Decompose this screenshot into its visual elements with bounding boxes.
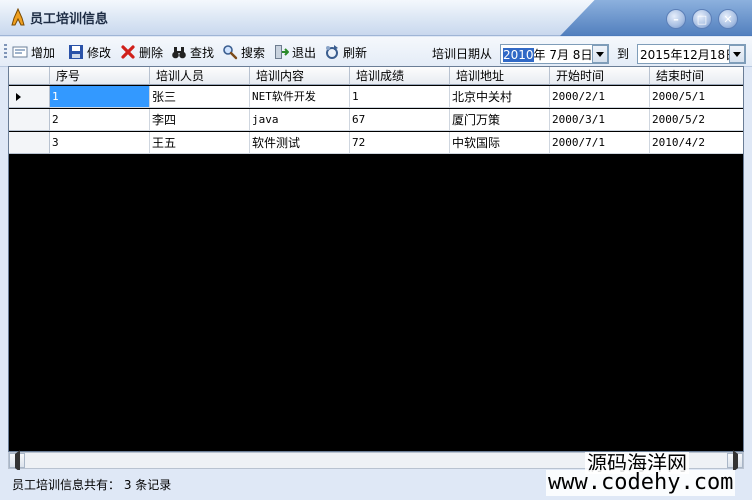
date-from-rest: 年 7月 8日 bbox=[533, 48, 593, 62]
date-range-label: 培训日期从 bbox=[432, 47, 493, 61]
save-icon bbox=[69, 45, 83, 59]
table-cell[interactable]: 2010/4/2 bbox=[650, 132, 743, 154]
window-title: 员工培训信息 bbox=[30, 12, 109, 27]
row-header[interactable] bbox=[9, 132, 50, 154]
delete-button[interactable]: 删除 bbox=[120, 43, 163, 61]
table-cell[interactable]: 李四 bbox=[150, 109, 250, 131]
table-cell[interactable]: 2000/7/1 bbox=[550, 132, 650, 154]
exit-label: 退出 bbox=[292, 45, 317, 60]
search-button[interactable]: 搜索 bbox=[222, 43, 265, 61]
chevron-left-icon bbox=[15, 454, 20, 468]
table-cell[interactable]: 王五 bbox=[150, 132, 250, 154]
add-icon bbox=[12, 46, 28, 58]
watermark-url: www.codehy.com bbox=[546, 470, 736, 496]
edit-label: 修改 bbox=[87, 45, 112, 60]
close-icon: ✕ bbox=[723, 12, 733, 26]
app-icon bbox=[11, 8, 25, 26]
row-header[interactable] bbox=[9, 109, 50, 131]
table-cell[interactable]: 张三 bbox=[150, 86, 250, 108]
exit-button[interactable]: 退出 bbox=[273, 43, 316, 61]
table-cell[interactable]: 北京中关村 bbox=[450, 86, 550, 108]
column-header[interactable]: 开始时间 bbox=[550, 67, 650, 85]
date-to-dropdown-button[interactable] bbox=[729, 45, 745, 63]
table-cell[interactable]: 2000/5/1 bbox=[650, 86, 743, 108]
scroll-right-button[interactable] bbox=[727, 453, 743, 468]
search-icon bbox=[223, 45, 238, 60]
title-bar: 员工培训信息 – □ ✕ bbox=[0, 0, 752, 36]
row-header[interactable] bbox=[9, 86, 50, 108]
current-row-arrow-icon bbox=[16, 93, 21, 101]
find-button[interactable]: 查找 bbox=[171, 43, 214, 61]
chevron-right-icon bbox=[733, 454, 738, 468]
toolbar-grip[interactable] bbox=[4, 44, 7, 60]
column-header[interactable]: 培训人员 bbox=[150, 67, 250, 85]
table-cell[interactable]: java bbox=[250, 109, 350, 131]
table-cell[interactable]: 软件测试 bbox=[250, 132, 350, 154]
grid-corner-header[interactable] bbox=[9, 67, 50, 85]
table-cell[interactable]: 2000/2/1 bbox=[550, 86, 650, 108]
date-to-label: 到 bbox=[617, 47, 630, 61]
toolbar: 增加 修改 删除 查找 搜索 退出 刷新 培训日期从 2010年 7月 8日 到… bbox=[0, 37, 752, 67]
scroll-left-button[interactable] bbox=[9, 453, 25, 468]
record-count-text: 员工培训信息共有： 3 条记录 bbox=[12, 478, 172, 492]
close-button[interactable]: ✕ bbox=[718, 9, 738, 29]
binoculars-icon bbox=[172, 47, 186, 59]
table-cell[interactable]: NET软件开发 bbox=[250, 86, 350, 108]
maximize-icon: □ bbox=[696, 12, 708, 26]
refresh-icon bbox=[326, 45, 338, 59]
column-header[interactable]: 培训内容 bbox=[250, 67, 350, 85]
search-label: 搜索 bbox=[241, 45, 266, 60]
table-cell[interactable]: 1 bbox=[350, 86, 450, 108]
date-to-value: 2015年12月18日 bbox=[640, 48, 738, 62]
table-cell[interactable]: 1 bbox=[50, 86, 150, 108]
table-cell[interactable]: 2000/3/1 bbox=[550, 109, 650, 131]
date-from-year[interactable]: 2010 bbox=[503, 48, 534, 62]
delete-label: 删除 bbox=[139, 45, 164, 60]
table-cell[interactable]: 2000/5/2 bbox=[650, 109, 743, 131]
refresh-button[interactable]: 刷新 bbox=[324, 43, 367, 61]
table-cell[interactable]: 3 bbox=[50, 132, 150, 154]
add-button[interactable]: 增加 bbox=[12, 43, 55, 61]
table-cell[interactable]: 72 bbox=[350, 132, 450, 154]
column-header[interactable]: 序号 bbox=[50, 67, 150, 85]
exit-icon bbox=[275, 45, 289, 59]
edit-button[interactable]: 修改 bbox=[68, 43, 111, 61]
minimize-button[interactable]: – bbox=[666, 9, 686, 29]
table-cell[interactable]: 2 bbox=[50, 109, 150, 131]
delete-icon bbox=[121, 45, 135, 59]
refresh-label: 刷新 bbox=[343, 45, 368, 60]
column-header[interactable]: 培训地址 bbox=[450, 67, 550, 85]
column-header[interactable]: 结束时间 bbox=[650, 67, 743, 85]
table-cell[interactable]: 中软国际 bbox=[450, 132, 550, 154]
table-cell[interactable]: 67 bbox=[350, 109, 450, 131]
data-grid[interactable]: 序号 培训人员 培训内容 培训成绩 培训地址 开始时间 结束时间 1 张三 NE… bbox=[8, 66, 744, 452]
maximize-button[interactable]: □ bbox=[692, 9, 712, 29]
add-label: 增加 bbox=[31, 45, 56, 60]
column-header[interactable]: 培训成绩 bbox=[350, 67, 450, 85]
table-cell[interactable]: 厦门万策 bbox=[450, 109, 550, 131]
find-label: 查找 bbox=[190, 45, 215, 60]
date-from-dropdown-button[interactable] bbox=[592, 45, 608, 63]
minimize-icon: – bbox=[673, 12, 679, 26]
